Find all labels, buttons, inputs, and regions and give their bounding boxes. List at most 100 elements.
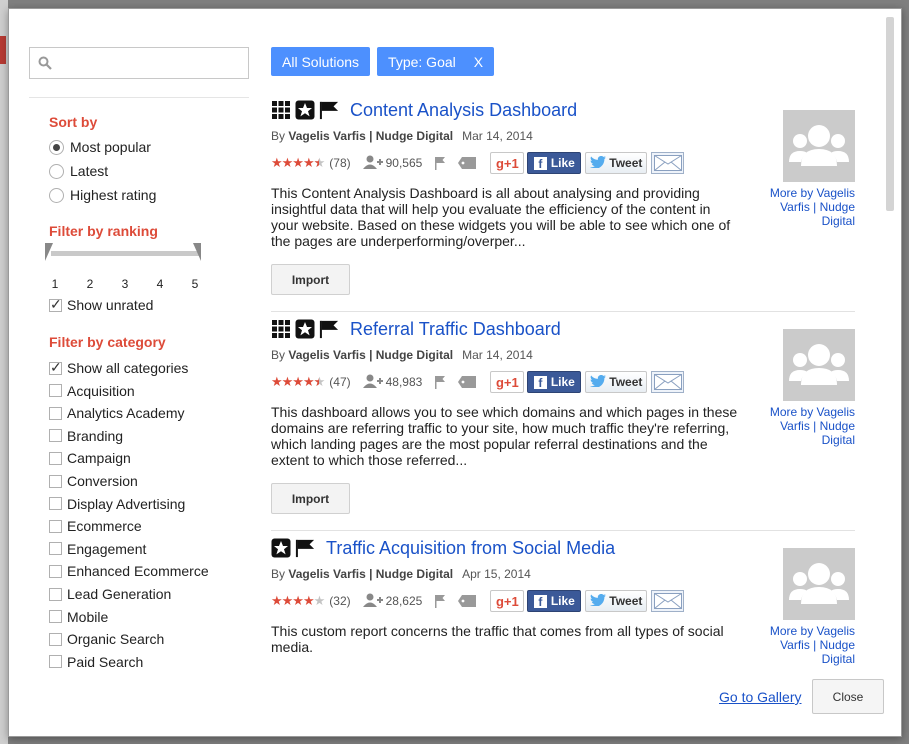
- facebook-like-button[interactable]: f Like: [527, 371, 582, 393]
- flag-small-icon[interactable]: [434, 594, 446, 608]
- result-byline: By Vagelis Varfis | Nudge Digital Apr 15,…: [271, 567, 531, 581]
- facebook-like-button[interactable]: f Like: [527, 152, 582, 174]
- gplus-button[interactable]: g+1: [490, 590, 525, 612]
- category-label: Enhanced Ecommerce: [67, 563, 209, 580]
- result-card: Traffic Acquisition from Social Media By …: [271, 531, 855, 669]
- category-option[interactable]: Engagement: [49, 539, 146, 559]
- category-option[interactable]: Paid Search: [49, 652, 143, 669]
- result-title-link[interactable]: Referral Traffic Dashboard: [350, 319, 561, 340]
- tag-icon[interactable]: [458, 595, 477, 607]
- category-checkbox[interactable]: [49, 519, 62, 533]
- users-count: 28,625: [362, 593, 423, 610]
- users-count: 48,983: [362, 374, 423, 391]
- facebook-icon: f: [533, 375, 547, 390]
- search-input[interactable]: [58, 52, 244, 74]
- add-users-icon: [362, 374, 386, 391]
- sort-radio[interactable]: [49, 187, 64, 203]
- sort-option-label: Most popular: [70, 139, 151, 155]
- category-option[interactable]: Mobile: [49, 607, 108, 627]
- tag-icon[interactable]: [458, 157, 477, 169]
- result-title-row: Traffic Acquisition from Social Media: [271, 537, 615, 559]
- sort-radio[interactable]: [49, 139, 64, 155]
- result-title-link[interactable]: Content Analysis Dashboard: [350, 100, 577, 121]
- users-count-value: 28,625: [385, 594, 423, 608]
- show-unrated-checkbox[interactable]: [49, 296, 62, 313]
- result-title-link[interactable]: Traffic Acquisition from Social Media: [326, 538, 615, 559]
- result-byline: By Vagelis Varfis | Nudge Digital Mar 14,…: [271, 129, 533, 143]
- category-checkbox[interactable]: [49, 384, 62, 398]
- category-checkbox[interactable]: [49, 632, 62, 646]
- result-description: This custom report concerns the traffic …: [271, 623, 724, 655]
- slider-handle-min[interactable]: [45, 243, 53, 261]
- category-checkbox[interactable]: [49, 474, 62, 488]
- close-button[interactable]: Close: [812, 679, 884, 714]
- category-label: Campaign: [67, 450, 131, 467]
- category-option[interactable]: Ecommerce: [49, 516, 142, 536]
- result-card: Referral Traffic Dashboard By Vagelis Var…: [271, 312, 855, 531]
- email-share-icon[interactable]: [651, 590, 685, 612]
- scrollbar-thumb[interactable]: [886, 17, 894, 211]
- import-button[interactable]: Import: [271, 264, 350, 295]
- category-option[interactable]: Lead Generation: [49, 584, 171, 604]
- more-by-author-link[interactable]: More by Vagelis Varfis | Nudge Digital: [751, 624, 855, 666]
- category-option[interactable]: Campaign: [49, 448, 131, 468]
- category-option[interactable]: Branding: [49, 426, 123, 446]
- category-checkbox[interactable]: [49, 497, 62, 511]
- tweet-button[interactable]: Tweet: [585, 371, 648, 393]
- import-button[interactable]: Import: [271, 483, 350, 514]
- email-share-icon[interactable]: [651, 152, 685, 174]
- sort-option[interactable]: Latest: [49, 161, 108, 181]
- category-option[interactable]: Organic Search: [49, 629, 164, 649]
- category-option[interactable]: Conversion: [49, 471, 138, 491]
- sort-option[interactable]: Highest rating: [49, 185, 156, 205]
- category-checkbox[interactable]: [49, 406, 62, 420]
- flag-small-icon[interactable]: [434, 156, 446, 170]
- chip-type-goal[interactable]: Type: Goal X: [377, 47, 495, 76]
- category-option[interactable]: Show all categories: [49, 358, 188, 378]
- byline-prefix: By: [271, 567, 286, 581]
- facebook-like-button[interactable]: f Like: [527, 590, 582, 612]
- author-avatar[interactable]: [783, 110, 855, 182]
- email-share-icon[interactable]: [651, 371, 685, 393]
- category-option[interactable]: Analytics Academy: [49, 403, 185, 423]
- sort-radio[interactable]: [49, 163, 64, 179]
- category-checkbox[interactable]: [49, 655, 62, 669]
- tweet-button[interactable]: Tweet: [585, 152, 648, 174]
- category-option[interactable]: Acquisition: [49, 381, 135, 401]
- search-box[interactable]: [29, 47, 249, 79]
- flag-small-icon[interactable]: [434, 375, 446, 389]
- like-label: Like: [550, 375, 575, 389]
- show-unrated-option[interactable]: Show unrated: [49, 295, 153, 315]
- sort-option[interactable]: Most popular: [49, 137, 151, 157]
- author-avatar[interactable]: [783, 329, 855, 401]
- more-by-author-link[interactable]: More by Vagelis Varfis | Nudge Digital: [751, 186, 855, 228]
- category-option[interactable]: Display Advertising: [49, 494, 185, 514]
- chip-all-solutions[interactable]: All Solutions: [271, 47, 371, 76]
- result-author: Vagelis Varfis | Nudge Digital: [288, 567, 454, 581]
- category-label: Mobile: [67, 608, 109, 625]
- star-badge-icon: [295, 319, 315, 339]
- category-checkbox[interactable]: [49, 564, 62, 578]
- more-by-author-link[interactable]: More by Vagelis Varfis | Nudge Digital: [751, 405, 855, 447]
- users-count-value: 48,983: [385, 375, 423, 389]
- facebook-icon: f: [533, 156, 547, 171]
- category-option[interactable]: Enhanced Ecommerce: [49, 561, 209, 581]
- result-meta: ★★★★★ (32) 28,625 g+1 f Like Tweet: [271, 589, 685, 613]
- category-label: Organic Search: [67, 631, 165, 648]
- gplus-button[interactable]: g+1: [490, 152, 525, 174]
- slider-handle-max[interactable]: [193, 243, 201, 261]
- ranking-slider[interactable]: 1 2 3 4 5: [45, 243, 205, 293]
- category-checkbox[interactable]: [49, 429, 62, 443]
- tweet-button[interactable]: Tweet: [585, 590, 648, 612]
- category-checkbox[interactable]: [49, 542, 62, 556]
- category-checkbox[interactable]: [49, 587, 62, 601]
- category-checkbox[interactable]: [49, 451, 62, 465]
- category-checkbox[interactable]: [49, 359, 62, 376]
- author-avatar[interactable]: [783, 548, 855, 620]
- gplus-button[interactable]: g+1: [490, 371, 525, 393]
- tag-icon[interactable]: [458, 376, 477, 388]
- category-checkbox[interactable]: [49, 610, 62, 624]
- chip-remove-icon[interactable]: X: [474, 54, 483, 70]
- go-to-gallery-link[interactable]: Go to Gallery: [719, 689, 801, 705]
- flag-icon: [319, 100, 339, 120]
